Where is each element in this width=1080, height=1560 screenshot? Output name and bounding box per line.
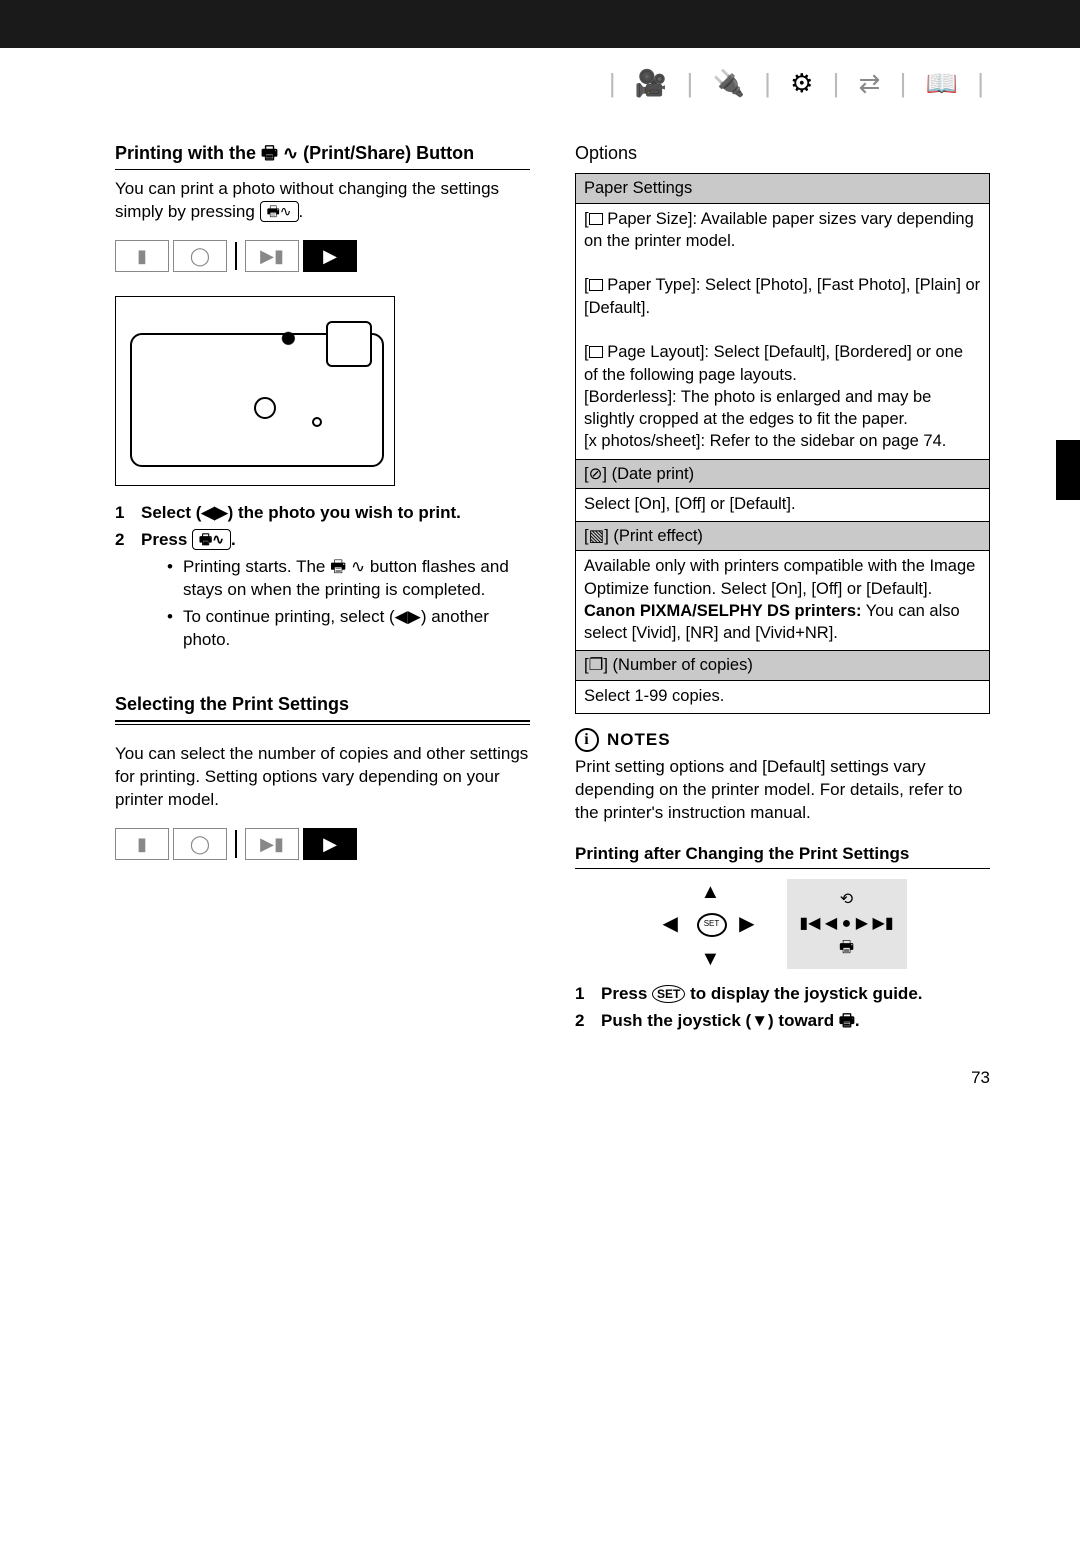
- step-2b: Push the joystick (▼) toward 🖶.: [575, 1010, 990, 1033]
- paper-type-icon: [589, 279, 603, 291]
- mode-strip-1: ▮ ◯ ▶▮ ▶: [115, 240, 357, 272]
- chapter-icon-row: | 🎥 | 🔌 | ⚙ | ⇄ | 📖 |: [115, 66, 990, 101]
- left-column: Printing with the 🖶 ∿ (Print/Share) Butt…: [115, 141, 530, 1043]
- step2-bullet-1: Printing starts. The 🖶 ∿ button flashes …: [167, 556, 530, 602]
- step2-bullet-2: To continue printing, select (◀▶) anothe…: [167, 606, 530, 652]
- step-2: Press 🖶∿. Printing starts. The 🖶 ∿ butto…: [115, 529, 530, 652]
- date-print-body: Select [On], [Off] or [Default].: [576, 489, 989, 521]
- options-table: Paper Settings [ Paper Size]: Available …: [575, 173, 990, 714]
- right-column: Options Paper Settings [ Paper Size]: Av…: [575, 141, 990, 1043]
- joystick-guide-icon: ⟲ ▮◀ ◀ ● ▶ ▶▮ 🖶: [787, 879, 907, 969]
- mode-rec-movie-icon: ▮: [115, 828, 169, 860]
- steps-section1: Select (◀▶) the photo you wish to print.…: [115, 502, 530, 652]
- date-print-header: [⊘] (Date print): [576, 459, 989, 489]
- mode-play-photo-icon: ▶: [303, 828, 357, 860]
- top-bar: [0, 0, 1080, 48]
- page-content: | 🎥 | 🔌 | ⚙ | ⇄ | 📖 | Printing with the …: [0, 48, 1080, 1130]
- mode-play-movie-icon: ▶▮: [245, 240, 299, 272]
- camcorder-illustration: [115, 296, 395, 486]
- mode-rec-photo-icon: ◯: [173, 240, 227, 272]
- set-button-icon: SET: [652, 985, 685, 1003]
- section-title-print-share: Printing with the 🖶 ∿ (Print/Share) Butt…: [115, 141, 530, 170]
- sub-title-printing-after: Printing after Changing the Print Settin…: [575, 843, 990, 869]
- copies-header: [❐] (Number of copies): [576, 650, 989, 680]
- print-effect-header: [▧] (Print effect): [576, 521, 989, 551]
- mode-play-movie-icon: ▶▮: [245, 828, 299, 860]
- page-layout-icon: [589, 346, 603, 358]
- print-effect-body: Available only with printers compatible …: [576, 551, 989, 650]
- section-title-selecting: Selecting the Print Settings: [115, 692, 530, 725]
- page-number: 73: [115, 1067, 990, 1090]
- paper-settings-header: Paper Settings: [576, 174, 989, 203]
- print-share-button-icon: 🖶∿: [260, 201, 299, 222]
- mode-rec-photo-icon: ◯: [173, 828, 227, 860]
- mode-strip-2: ▮ ◯ ▶▮ ▶: [115, 828, 357, 860]
- steps-section3: Press SET to display the joystick guide.…: [575, 983, 990, 1033]
- info-icon: i: [575, 728, 599, 752]
- step-1: Select (◀▶) the photo you wish to print.: [115, 502, 530, 525]
- mode-rec-movie-icon: ▮: [115, 240, 169, 272]
- notes-body: Print setting options and [Default] sett…: [575, 756, 990, 825]
- joystick-direction-icon: ▲▼◀▶: [659, 879, 759, 969]
- options-heading: Options: [575, 141, 990, 165]
- section1-body: You can print a photo without changing t…: [115, 178, 530, 224]
- mode-play-photo-icon: ▶: [303, 240, 357, 272]
- paper-size-icon: [589, 213, 603, 225]
- section2-body: You can select the number of copies and …: [115, 743, 530, 812]
- joystick-figure: ▲▼◀▶ ⟲ ▮◀ ◀ ● ▶ ▶▮ 🖶: [575, 879, 990, 969]
- step-1b: Press SET to display the joystick guide.: [575, 983, 990, 1006]
- paper-settings-body: [ Paper Size]: Available paper sizes var…: [576, 204, 989, 459]
- notes-heading: i NOTES: [575, 728, 990, 752]
- copies-body: Select 1-99 copies.: [576, 681, 989, 713]
- print-share-button-icon: 🖶∿: [192, 529, 231, 550]
